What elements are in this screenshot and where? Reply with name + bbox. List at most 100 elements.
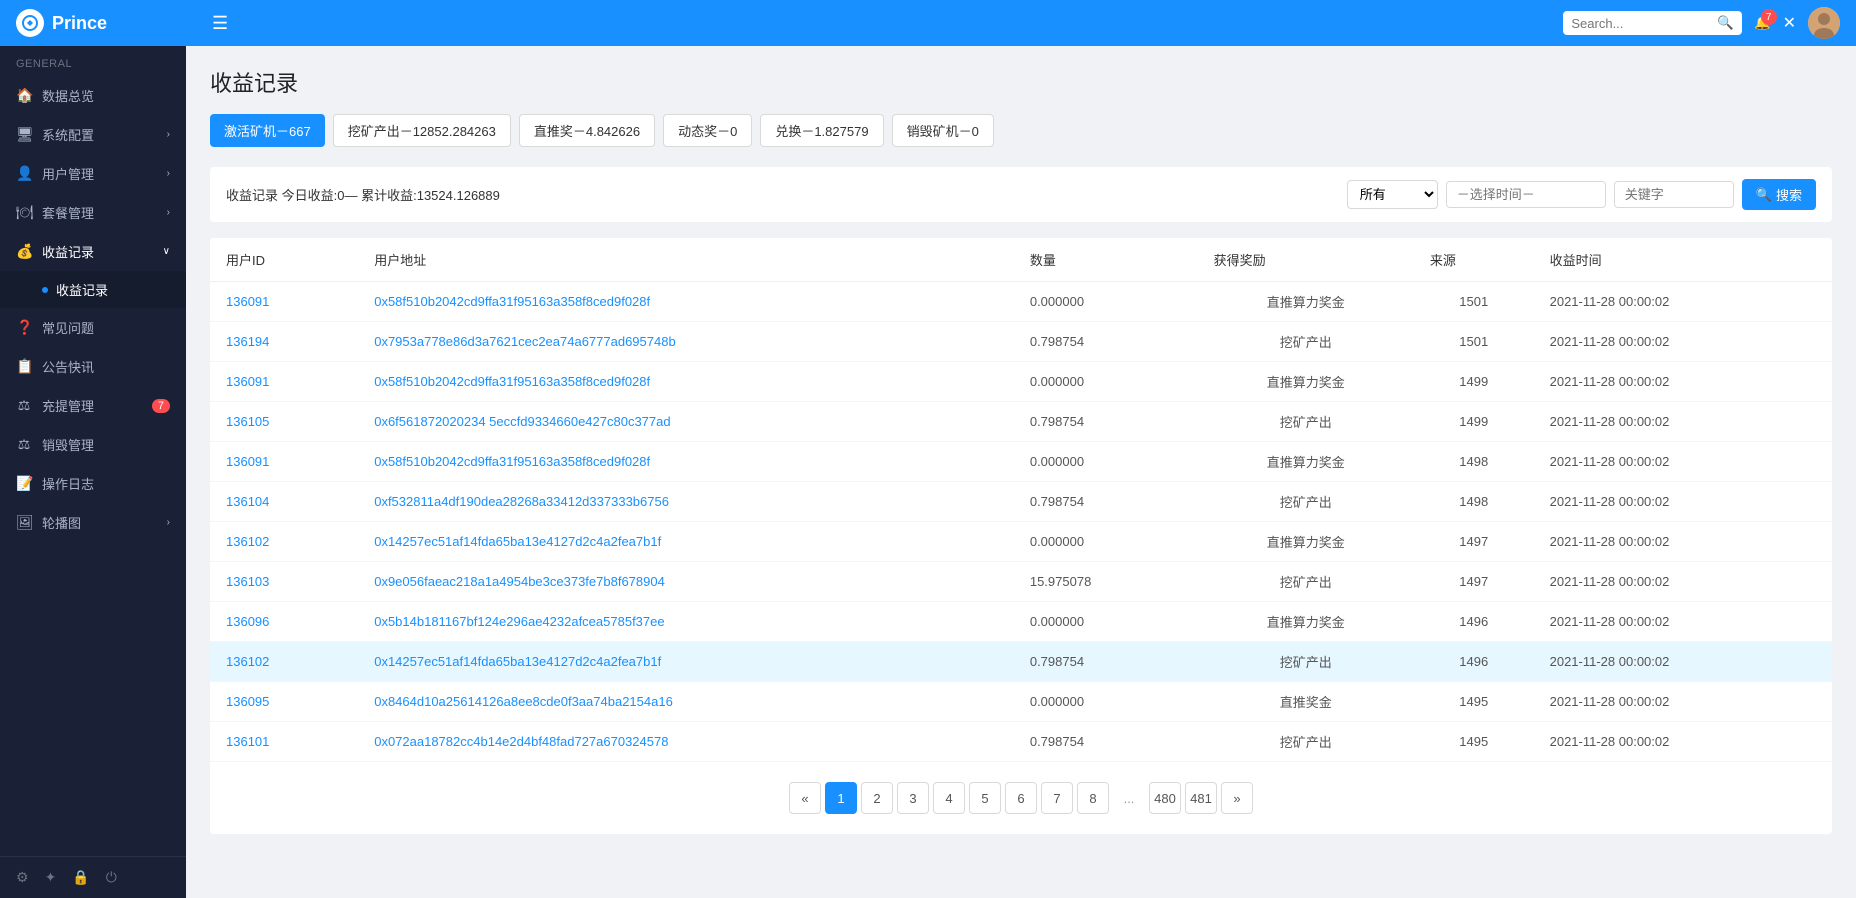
pagination-page-2[interactable]: 2 (861, 782, 893, 814)
cell-amount: 0.000000 (1014, 682, 1198, 722)
pagination-next[interactable]: » (1221, 782, 1253, 814)
fullscreen-button[interactable]: ✕ (1783, 13, 1796, 33)
cell-source: 1497 (1414, 522, 1534, 562)
sidebar-item-recharge-mgmt[interactable]: ⚖ 充提管理 7 (0, 386, 186, 425)
keyword-input[interactable] (1614, 181, 1734, 208)
sidebar-item-announcements[interactable]: 📋 公告快讯 (0, 347, 186, 386)
sidebar-item-faq[interactable]: ❓ 常见问题 (0, 308, 186, 347)
sidebar-item-operation-log[interactable]: 📝 操作日志 (0, 464, 186, 503)
cell-time: 2021-11-28 00:00:02 (1534, 602, 1832, 642)
sidebar-submenu-earnings: 收益记录 (0, 271, 186, 308)
search-button-icon: 🔍 (1756, 187, 1772, 203)
sidebar-label-package-mgmt: 套餐管理 (42, 203, 94, 222)
search-button[interactable]: 🔍 搜索 (1742, 179, 1816, 210)
filter-tab-exchange[interactable]: 兑换－1.827579 (760, 114, 883, 147)
cell-user-id[interactable]: 136095 (210, 682, 358, 722)
power-footer-button[interactable]: ⏻ (106, 869, 117, 886)
search-input[interactable] (1571, 16, 1711, 31)
cell-address[interactable]: 0x7953a778e86d3a7621cec2ea74a6777ad69574… (358, 322, 1014, 362)
cell-address[interactable]: 0x58f510b2042cd9ffa31f95163a358f8ced9f02… (358, 362, 1014, 402)
recharge-badge: 7 (152, 399, 170, 413)
hamburger-button[interactable]: ☰ (212, 13, 228, 34)
settings-footer-button[interactable]: ⚙ (16, 869, 29, 886)
cell-time: 2021-11-28 00:00:02 (1534, 722, 1832, 762)
sidebar-label-carousel: 轮播图 (42, 513, 81, 532)
chevron-down-icon: ∨ (163, 246, 170, 257)
cell-source: 1495 (1414, 682, 1534, 722)
cell-address[interactable]: 0x072aa18782cc4b14e2d4bf48fad727a6703245… (358, 722, 1014, 762)
sidebar-item-earnings[interactable]: 💰 收益记录 ∨ (0, 232, 186, 271)
pagination-page-480[interactable]: 480 (1149, 782, 1181, 814)
cell-address[interactable]: 0x5b14b181167bf124e296ae4232afcea5785f37… (358, 602, 1014, 642)
search-submit-button[interactable]: 🔍 (1717, 15, 1734, 31)
carousel-icon: 🖼 (16, 514, 32, 531)
filter-select[interactable]: 所有 挖矿产出 直推奖 动态奖 兑换 销毁矿机 (1347, 180, 1438, 209)
cell-address[interactable]: 0x14257ec51af14fda65ba13e4127d2c4a2fea7b… (358, 642, 1014, 682)
cell-user-id[interactable]: 136102 (210, 522, 358, 562)
cell-address[interactable]: 0x58f510b2042cd9ffa31f95163a358f8ced9f02… (358, 442, 1014, 482)
lock-footer-button[interactable]: 🔒 (72, 869, 89, 886)
cell-reward: 挖矿产出 (1198, 562, 1414, 602)
cell-address[interactable]: 0x58f510b2042cd9ffa31f95163a358f8ced9f02… (358, 282, 1014, 322)
pagination-page-481[interactable]: 481 (1185, 782, 1217, 814)
sidebar-sub-item-earnings-record[interactable]: 收益记录 (0, 271, 186, 308)
cell-user-id[interactable]: 136104 (210, 482, 358, 522)
pagination-page-6[interactable]: 6 (1005, 782, 1037, 814)
search-box: 🔍 (1563, 11, 1742, 35)
cell-source: 1501 (1414, 282, 1534, 322)
chevron-right-icon-3: › (167, 207, 170, 218)
avatar[interactable] (1808, 7, 1840, 39)
cell-user-id[interactable]: 136103 (210, 562, 358, 602)
cell-time: 2021-11-28 00:00:02 (1534, 282, 1832, 322)
cell-reward: 挖矿产出 (1198, 722, 1414, 762)
cell-address[interactable]: 0x8464d10a25614126a8ee8cde0f3aa74ba2154a… (358, 682, 1014, 722)
cell-address[interactable]: 0x6f561872020234 5eccfd9334660e427c80c37… (358, 402, 1014, 442)
cell-reward: 挖矿产出 (1198, 322, 1414, 362)
cell-user-id[interactable]: 136105 (210, 402, 358, 442)
header-right: 🔍 🔔 7 ✕ (1563, 7, 1840, 39)
cell-user-id[interactable]: 136102 (210, 642, 358, 682)
pagination-page-4[interactable]: 4 (933, 782, 965, 814)
sidebar-item-package-mgmt[interactable]: 🍽 套餐管理 › (0, 193, 186, 232)
filter-tab-direct-reward[interactable]: 直推奖－4.842626 (519, 114, 655, 147)
date-picker-input[interactable] (1446, 181, 1606, 208)
filter-tab-mining-output[interactable]: 挖矿产出－12852.284263 (333, 114, 511, 147)
cell-user-id[interactable]: 136101 (210, 722, 358, 762)
pagination-prev[interactable]: « (789, 782, 821, 814)
announcement-icon: 📋 (16, 358, 32, 375)
filter-tabs: 激活矿机－667 挖矿产出－12852.284263 直推奖－4.842626 … (210, 114, 1832, 147)
cell-address[interactable]: 0x9e056faeac218a1a4954be3ce373fe7b8f6789… (358, 562, 1014, 602)
cell-address[interactable]: 0x14257ec51af14fda65ba13e4127d2c4a2fea7b… (358, 522, 1014, 562)
pagination-page-3[interactable]: 3 (897, 782, 929, 814)
sidebar-item-carousel[interactable]: 🖼 轮播图 › (0, 503, 186, 542)
filter-tab-active-miners[interactable]: 激活矿机－667 (210, 114, 325, 147)
cell-source: 1496 (1414, 642, 1534, 682)
pagination-page-7[interactable]: 7 (1041, 782, 1073, 814)
notification-button[interactable]: 🔔 7 (1754, 15, 1771, 31)
table-header: 用户ID 用户地址 数量 获得奖励 来源 收益时间 (210, 238, 1832, 282)
sidebar-item-sales-mgmt[interactable]: ⚖ 销毁管理 (0, 425, 186, 464)
pagination-page-8[interactable]: 8 (1077, 782, 1109, 814)
cell-user-id[interactable]: 136194 (210, 322, 358, 362)
filter-tab-dynamic-reward[interactable]: 动态奖－0 (663, 114, 752, 147)
cell-reward: 挖矿产出 (1198, 642, 1414, 682)
tools-footer-button[interactable]: ✦ (45, 869, 57, 886)
cell-address[interactable]: 0xf532811a4df190dea28268a33412d337333b67… (358, 482, 1014, 522)
filter-tab-destroy-miner[interactable]: 销毁矿机－0 (892, 114, 994, 147)
pagination-ellipsis: ... (1113, 782, 1145, 814)
pagination-page-5[interactable]: 5 (969, 782, 1001, 814)
cell-reward: 直推算力奖金 (1198, 362, 1414, 402)
sidebar-item-dashboard[interactable]: 🏠 数据总览 (0, 76, 186, 115)
cell-source: 1496 (1414, 602, 1534, 642)
cell-user-id[interactable]: 136096 (210, 602, 358, 642)
header-left: Prince ☰ (16, 9, 228, 37)
sales-icon: ⚖ (16, 436, 32, 453)
home-icon: 🏠 (16, 87, 32, 104)
sidebar-item-user-mgmt[interactable]: 👤 用户管理 › (0, 154, 186, 193)
cell-user-id[interactable]: 136091 (210, 362, 358, 402)
cell-user-id[interactable]: 136091 (210, 442, 358, 482)
sidebar-label-faq: 常见问题 (42, 318, 94, 337)
cell-user-id[interactable]: 136091 (210, 282, 358, 322)
pagination-page-1[interactable]: 1 (825, 782, 857, 814)
sidebar-item-system-config[interactable]: 🖥 系统配置 › (0, 115, 186, 154)
